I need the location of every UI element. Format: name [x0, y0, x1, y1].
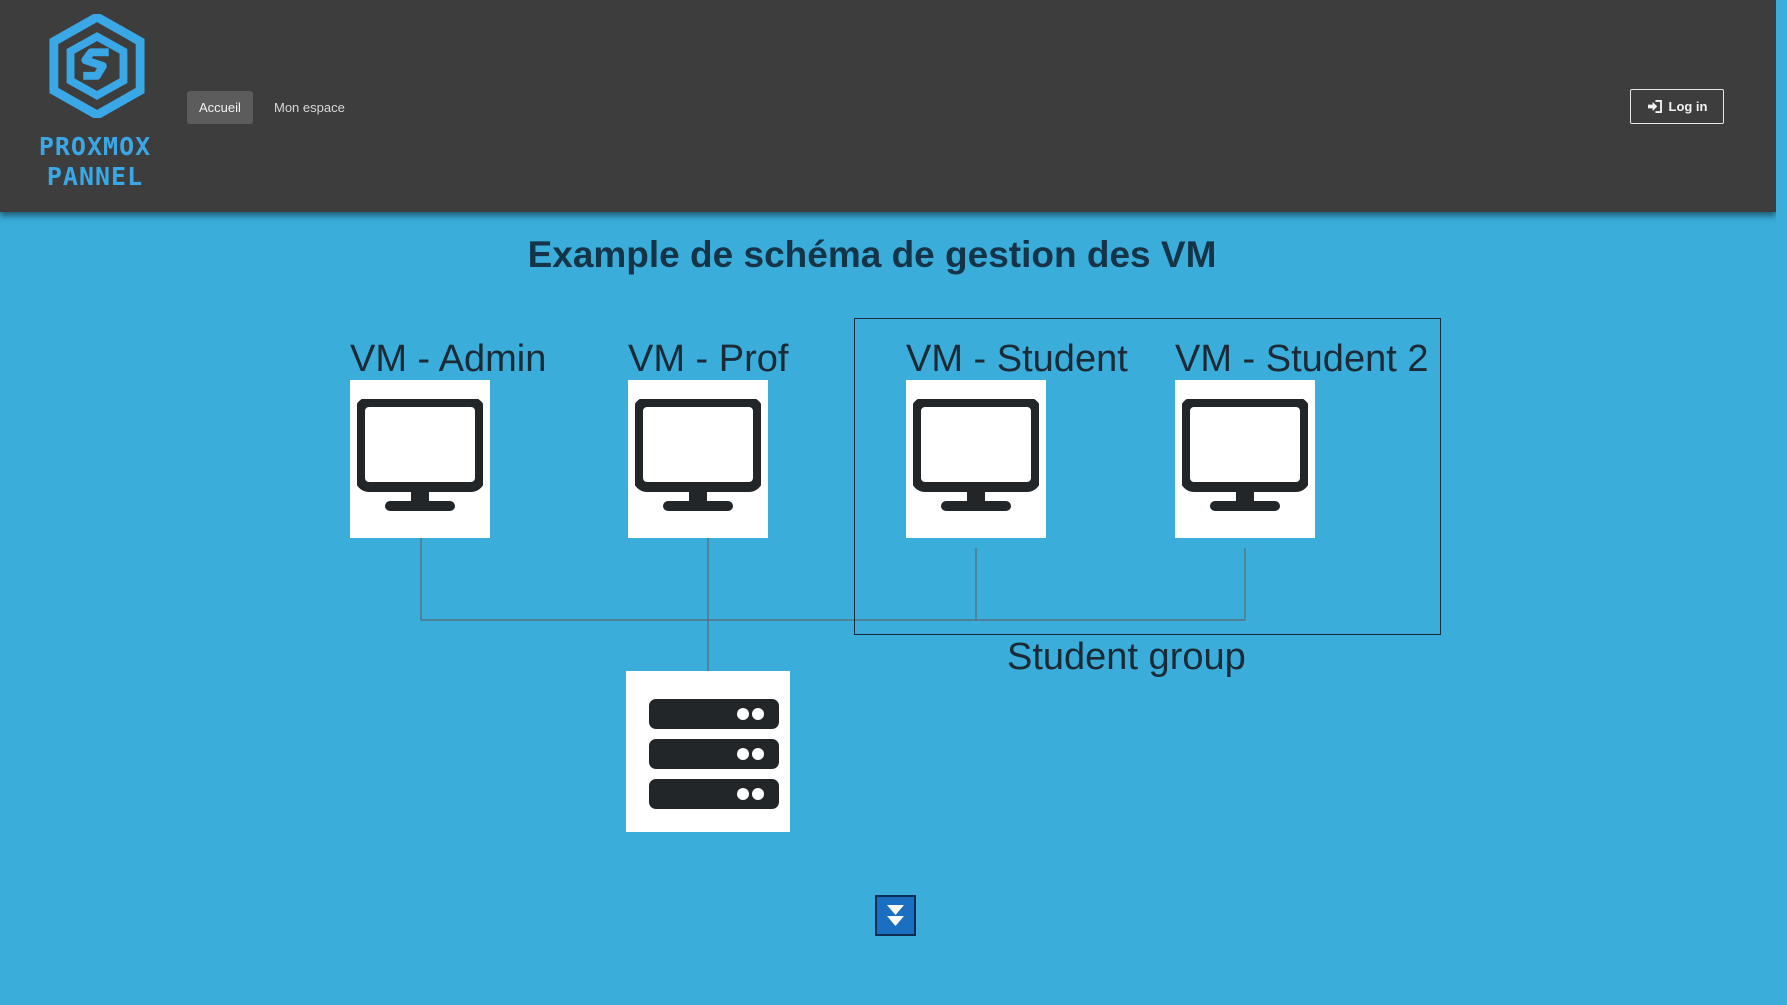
right-edge	[1776, 0, 1787, 1005]
nav-item-mon-espace[interactable]: Mon espace	[262, 91, 357, 124]
desktop-monitor-icon	[635, 399, 761, 511]
proxmox-cube-logo-icon	[49, 14, 145, 118]
logo-text-line2: PANNEL	[46, 162, 144, 191]
vm-prof-node[interactable]	[628, 380, 768, 538]
vm-student-node[interactable]	[906, 380, 1046, 538]
logo-text-line1: PROXMOX	[38, 132, 152, 161]
vm-admin-label: VM - Admin	[350, 338, 547, 380]
student-group-label: Student group	[1007, 636, 1246, 678]
login-button[interactable]: Log in	[1630, 89, 1724, 124]
scroll-down-button[interactable]	[875, 895, 916, 936]
logo-text: PROXMOX PANNEL	[10, 132, 180, 192]
top-navbar: PROXMOX PANNEL Accueil Mon espace Log in	[0, 0, 1776, 212]
desktop-monitor-icon	[913, 399, 1039, 511]
vm-admin-node[interactable]	[350, 380, 490, 538]
desktop-monitor-icon	[1182, 399, 1308, 511]
desktop-monitor-icon	[357, 399, 483, 511]
vm-student-label: VM - Student	[906, 338, 1128, 380]
vm-student-2-label: VM - Student 2	[1175, 338, 1429, 380]
server-node[interactable]	[626, 671, 790, 832]
vm-prof-label: VM - Prof	[628, 338, 789, 380]
sign-in-icon	[1647, 100, 1662, 113]
double-chevron-down-icon	[887, 905, 904, 926]
page-title: Example de schéma de gestion des VM	[527, 234, 1217, 275]
vm-student-2-node[interactable]	[1175, 380, 1315, 538]
login-button-label: Log in	[1668, 99, 1708, 114]
nav-item-accueil[interactable]: Accueil	[187, 91, 253, 124]
server-icon	[649, 699, 779, 809]
proxmox-pannel-logo[interactable]: PROXMOX PANNEL	[10, 14, 180, 194]
